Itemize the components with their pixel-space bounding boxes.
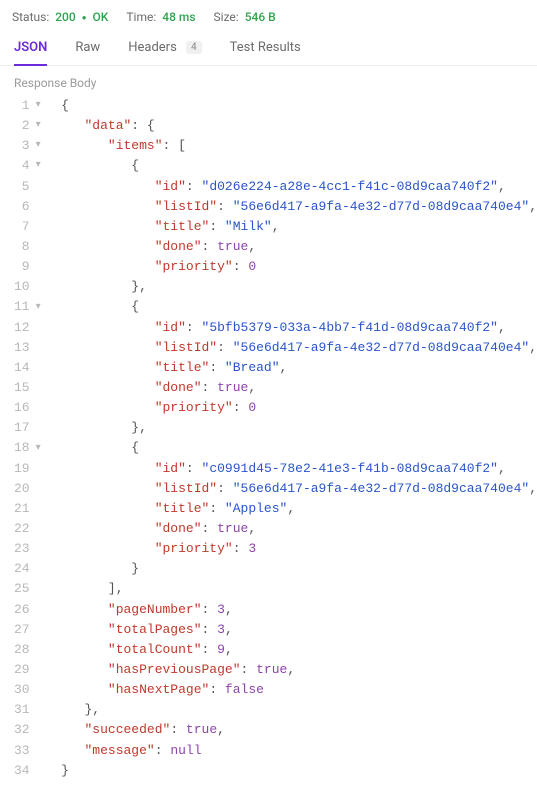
response-tabs: JSON Raw Headers 4 Test Results (0, 32, 537, 66)
section-label: Response Body (0, 66, 537, 96)
status-ok: OK (93, 10, 109, 24)
time-label: Time: (126, 10, 156, 24)
headers-count-badge: 4 (186, 41, 202, 54)
tab-headers-label: Headers (128, 40, 177, 55)
status-code: 200 (55, 10, 75, 24)
response-body: 1 2 3 4 5 6 7 8 9 10 11 12 13 14 15 16 1… (0, 96, 537, 791)
tab-raw[interactable]: Raw (75, 40, 100, 65)
tab-headers[interactable]: Headers 4 (128, 40, 201, 65)
status-label: Status: (12, 10, 49, 24)
tab-test-results[interactable]: Test Results (230, 40, 301, 65)
dot-icon: ● (82, 13, 87, 22)
status-bar: Status: 200 ● OK Time: 48 ms Size: 546 B (0, 0, 537, 32)
size-label: Size: (214, 10, 239, 24)
time-group: Time: 48 ms (126, 10, 195, 24)
line-gutter: 1 2 3 4 5 6 7 8 9 10 11 12 13 14 15 16 1… (0, 96, 36, 781)
size-group: Size: 546 B (214, 10, 276, 24)
status-group: Status: 200 ● OK (12, 10, 108, 24)
time-value: 48 ms (162, 10, 195, 24)
fold-gutter[interactable]: ▾ ▾ ▾ ▾ ▾ ▾ (36, 96, 47, 781)
size-value: 546 B (245, 10, 276, 24)
json-code[interactable]: { "data": { "items": [ { "id": "d026e224… (47, 96, 537, 781)
tab-json[interactable]: JSON (14, 40, 47, 65)
